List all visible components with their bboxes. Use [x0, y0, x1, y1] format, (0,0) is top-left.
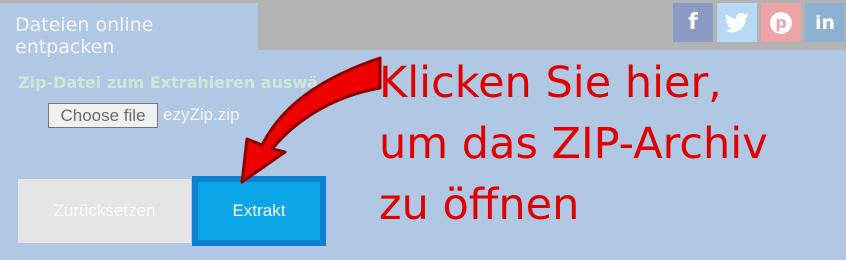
annotation-line-2: um das ZIP-Archiv — [379, 119, 768, 169]
instruction-annotation: Klicken Sie hier, um das ZIP-Archiv zu ö… — [379, 53, 768, 236]
annotation-line-1: Klicken Sie hier, — [379, 58, 722, 108]
annotation-line-3: zu öffnen — [379, 180, 580, 230]
